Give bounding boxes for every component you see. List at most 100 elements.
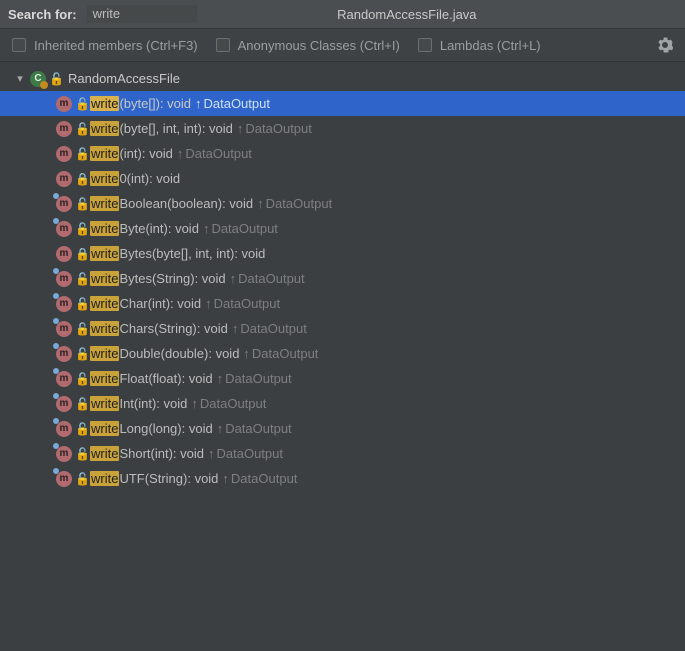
structure-tree[interactable]: ▾ C 🔓 RandomAccessFile m🔓write(byte[]): … [0, 62, 685, 651]
interface-lock-icon: 🔓 [75, 97, 87, 111]
arrow-up-icon: ↑ [208, 446, 215, 461]
method-row[interactable]: m🔓writeChars(String): void ↑DataOutput [0, 316, 685, 341]
method-row[interactable]: m🔓writeBoolean(boolean): void↑DataOutput [0, 191, 685, 216]
match-highlight: write [90, 396, 119, 411]
method-impl-icon: m [56, 446, 72, 462]
method-row[interactable]: m🔓writeInt(int): void↑DataOutput [0, 391, 685, 416]
inherited-from: DataOutput [203, 96, 270, 111]
method-signature: Int(int): void [119, 396, 187, 411]
interface-lock-icon: 🔓 [75, 447, 87, 461]
inherited-from: DataOutput [266, 196, 333, 211]
filter-bar: Inherited members (Ctrl+F3) Anonymous Cl… [0, 28, 685, 62]
inherited-from: DataOutput [238, 271, 305, 286]
search-bar: Search for: write RandomAccessFile.java [0, 0, 685, 28]
method-impl-icon: m [56, 421, 72, 437]
method-signature: Boolean(boolean): void [119, 196, 253, 211]
arrow-up-icon: ↑ [257, 196, 264, 211]
match-highlight: write [90, 246, 119, 261]
interface-lock-icon: 🔓 [75, 472, 87, 486]
method-icon: m [56, 96, 72, 112]
method-row[interactable]: m🔓writeFloat(float): void↑DataOutput [0, 366, 685, 391]
match-highlight: write [90, 296, 119, 311]
checkbox-icon [418, 38, 432, 52]
gear-icon[interactable] [657, 37, 673, 53]
filter-lambdas-label: Lambdas (Ctrl+L) [440, 38, 541, 53]
interface-lock-icon: 🔓 [75, 122, 87, 136]
lock-icon: 🔒 [75, 172, 87, 186]
method-impl-icon: m [56, 396, 72, 412]
arrow-up-icon: ↑ [230, 271, 237, 286]
method-signature: Short(int): void [119, 446, 204, 461]
inherited-from: DataOutput [214, 296, 281, 311]
method-impl-icon: m [56, 221, 72, 237]
search-input[interactable]: write [87, 5, 197, 23]
match-highlight: write [90, 171, 119, 186]
method-icon: m [56, 171, 72, 187]
method-impl-icon: m [56, 321, 72, 337]
arrow-up-icon: ↑ [205, 296, 212, 311]
match-highlight: write [90, 121, 119, 136]
arrow-up-icon: ↑ [243, 346, 250, 361]
method-row[interactable]: m🔓write(int): void↑DataOutput [0, 141, 685, 166]
interface-lock-icon: 🔓 [75, 297, 87, 311]
method-signature: Char(int): void [119, 296, 201, 311]
class-node[interactable]: ▾ C 🔓 RandomAccessFile [0, 66, 685, 91]
match-highlight: write [90, 321, 119, 336]
class-icon: C [30, 71, 46, 87]
filter-anonymous[interactable]: Anonymous Classes (Ctrl+I) [216, 38, 400, 53]
method-signature: (byte[]): void [119, 96, 191, 111]
match-highlight: write [90, 471, 119, 486]
inherited-from: DataOutput [225, 371, 292, 386]
match-highlight: write [90, 196, 119, 211]
interface-lock-icon: 🔓 [75, 272, 87, 286]
arrow-up-icon: ↑ [237, 121, 244, 136]
method-row[interactable]: m🔓writeBytes(String): void↑DataOutput [0, 266, 685, 291]
arrow-up-icon: ↑ [232, 321, 239, 336]
interface-lock-icon: 🔓 [75, 322, 87, 336]
method-row[interactable]: m🔓writeUTF(String): void↑DataOutput [0, 466, 685, 491]
inherited-from: DataOutput [211, 221, 278, 236]
method-signature: UTF(String): void [119, 471, 218, 486]
filter-lambdas[interactable]: Lambdas (Ctrl+L) [418, 38, 541, 53]
method-row[interactable]: m🔓writeByte(int): void↑DataOutput [0, 216, 685, 241]
filter-anonymous-label: Anonymous Classes (Ctrl+I) [238, 38, 400, 53]
arrow-up-icon: ↑ [203, 221, 210, 236]
method-row[interactable]: m🔒write0(int): void [0, 166, 685, 191]
checkbox-icon [12, 38, 26, 52]
file-title: RandomAccessFile.java [197, 7, 617, 22]
method-impl-icon: m [56, 296, 72, 312]
match-highlight: write [90, 446, 119, 461]
method-signature: Float(float): void [119, 371, 212, 386]
inherited-from: DataOutput [252, 346, 319, 361]
arrow-up-icon: ↑ [222, 471, 229, 486]
match-highlight: write [90, 221, 119, 236]
method-signature: (int): void [119, 146, 172, 161]
chevron-down-icon[interactable]: ▾ [14, 72, 26, 85]
method-row[interactable]: m🔓write(byte[]): void↑DataOutput [0, 91, 685, 116]
method-row[interactable]: m🔓writeShort(int): void↑DataOutput [0, 441, 685, 466]
method-icon: m [56, 121, 72, 137]
checkbox-icon [216, 38, 230, 52]
method-impl-icon: m [56, 346, 72, 362]
method-row[interactable]: m🔓writeDouble(double): void↑DataOutput [0, 341, 685, 366]
method-row[interactable]: m🔓write(byte[], int, int): void↑DataOutp… [0, 116, 685, 141]
method-signature: Chars(String): void [119, 321, 227, 336]
class-name: RandomAccessFile [68, 71, 180, 86]
method-impl-icon: m [56, 271, 72, 287]
interface-lock-icon: 🔓 [75, 197, 87, 211]
match-highlight: write [90, 146, 119, 161]
inherited-from: DataOutput [231, 471, 298, 486]
method-row[interactable]: m🔒writeBytes(byte[], int, int): void [0, 241, 685, 266]
filter-inherited[interactable]: Inherited members (Ctrl+F3) [12, 38, 198, 53]
interface-lock-icon: 🔓 [75, 347, 87, 361]
inherited-from: DataOutput [240, 321, 307, 336]
match-highlight: write [90, 346, 119, 361]
method-signature: 0(int): void [119, 171, 180, 186]
method-signature: Bytes(byte[], int, int): void [119, 246, 265, 261]
arrow-up-icon: ↑ [217, 371, 224, 386]
match-highlight: write [90, 371, 119, 386]
method-row[interactable]: m🔓writeLong(long): void↑DataOutput [0, 416, 685, 441]
interface-lock-icon: 🔓 [75, 222, 87, 236]
interface-lock-icon: 🔓 [75, 422, 87, 436]
method-row[interactable]: m🔓writeChar(int): void ↑DataOutput [0, 291, 685, 316]
